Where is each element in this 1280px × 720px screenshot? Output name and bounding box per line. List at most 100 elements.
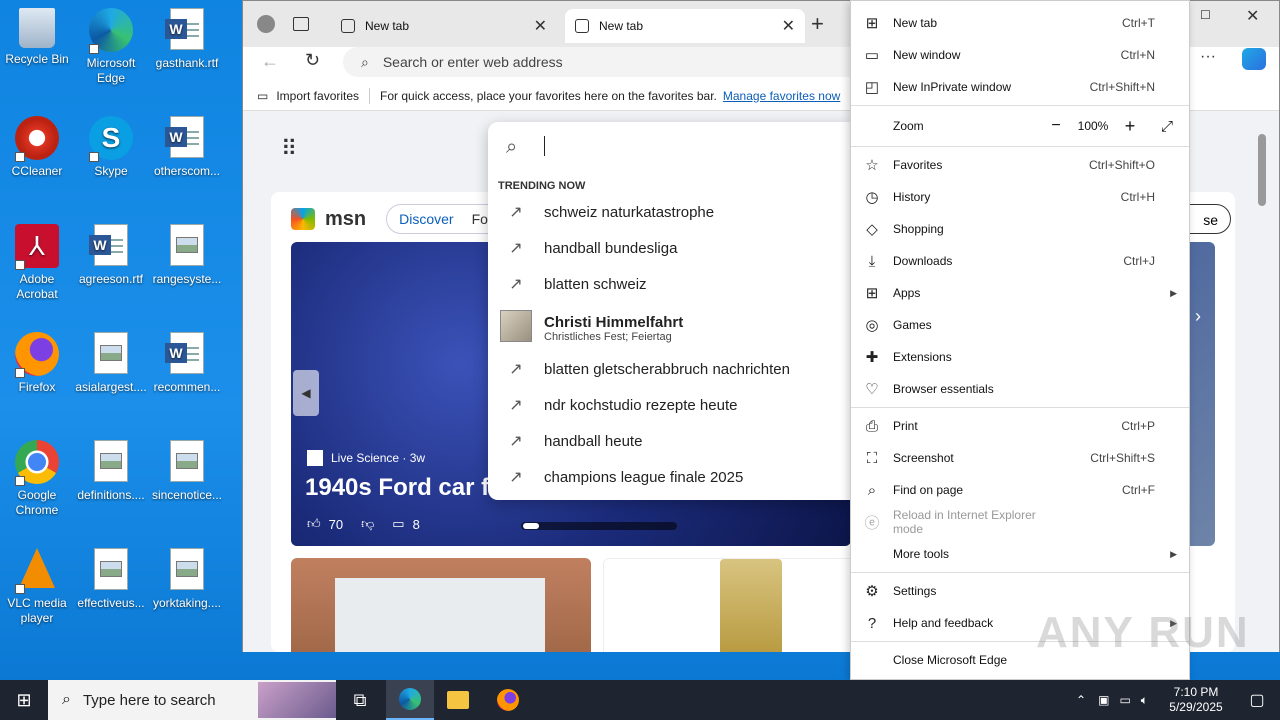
desktop-icon-asialargest[interactable]: asialargest.... bbox=[74, 332, 148, 395]
menu-label: Settings bbox=[893, 584, 937, 598]
image-file-icon bbox=[165, 440, 209, 484]
tray-device-icon[interactable]: ▣ bbox=[1098, 693, 1109, 707]
menu-screenshot[interactable]: ⛶ Screenshot Ctrl+Shift+S bbox=[851, 442, 1189, 474]
desktop-icon-skype[interactable]: S Skype bbox=[74, 116, 148, 179]
menu-label: Zoom bbox=[893, 119, 924, 133]
desktop-icon-rangesyste[interactable]: rangesyste... bbox=[150, 224, 224, 287]
desktop-icon-label: VLC media player bbox=[7, 596, 67, 625]
start-button[interactable]: ⊞ bbox=[0, 680, 48, 720]
taskbar-search-placeholder: Type here to search bbox=[82, 691, 216, 709]
menu-new-window[interactable]: ▭ New window Ctrl+N bbox=[851, 39, 1189, 71]
menu-label: Reload in Internet Explorer mode bbox=[893, 508, 1036, 536]
taskbar-firefox-icon[interactable] bbox=[484, 680, 532, 720]
import-favorites-link[interactable]: Import favorites bbox=[276, 89, 359, 103]
suggestion-item[interactable]: ↗ schweiz naturkatastrophe bbox=[488, 194, 850, 230]
image-file-icon bbox=[89, 548, 133, 592]
profile-icon[interactable] bbox=[257, 15, 275, 33]
file-explorer-icon[interactable] bbox=[434, 680, 482, 720]
anyrun-watermark: ANY RUN bbox=[1036, 608, 1250, 657]
desktop-icon-definitions[interactable]: definitions.... bbox=[74, 440, 148, 503]
suggestion-item[interactable]: ↗ champions league finale 2025 bbox=[488, 459, 850, 495]
desktop-icon-firefox[interactable]: Firefox bbox=[0, 332, 74, 395]
taskbar-edge-icon[interactable] bbox=[386, 680, 434, 720]
ie-mode-icon: ⓔ bbox=[864, 514, 880, 532]
close-tab-icon[interactable]: ✕ bbox=[782, 16, 795, 36]
suggestion-item[interactable]: ↗ handball heute bbox=[488, 423, 850, 459]
carousel-prev-icon[interactable]: ◀ bbox=[293, 370, 319, 416]
new-tab-plus-icon[interactable]: + bbox=[811, 11, 824, 37]
menu-apps[interactable]: ⊞ Apps ▶ bbox=[851, 277, 1189, 309]
comment-icon[interactable]: ▭ bbox=[392, 516, 404, 532]
desktop-icon-gasthank[interactable]: W gasthank.rtf bbox=[150, 8, 224, 71]
menu-print[interactable]: ⎙ Print Ctrl+P bbox=[851, 410, 1189, 442]
suggestion-item[interactable]: ↗ handball bundesliga bbox=[488, 230, 850, 266]
zoom-out-icon[interactable]: − bbox=[1041, 117, 1071, 135]
close-tab-icon[interactable]: ✕ bbox=[534, 16, 547, 36]
menu-history[interactable]: ◷ History Ctrl+H bbox=[851, 181, 1189, 213]
address-placeholder: Search or enter web address bbox=[382, 54, 563, 70]
live-science-icon bbox=[307, 450, 323, 466]
volume-icon[interactable]: 🔈︎ bbox=[1141, 693, 1148, 708]
desktop-icon-yorktaking[interactable]: yorktaking.... bbox=[150, 548, 224, 611]
tray-chevron-icon[interactable]: ⌃ bbox=[1076, 693, 1086, 707]
scrollbar-thumb[interactable] bbox=[1258, 134, 1266, 206]
manage-favorites-link[interactable]: Manage favorites now bbox=[723, 89, 840, 103]
desktop-icon-agreeson[interactable]: W agreeson.rtf bbox=[74, 224, 148, 287]
search-icon: ⌕ bbox=[361, 53, 369, 70]
back-icon[interactable]: ← bbox=[261, 51, 279, 72]
news-card-ac-unit[interactable] bbox=[291, 558, 591, 652]
tab-new-tab-1[interactable]: New tab ✕ bbox=[331, 9, 557, 43]
hero-title[interactable]: 1940s Ford car fo bbox=[305, 474, 504, 502]
tab-actions-icon[interactable] bbox=[293, 17, 309, 31]
msn-brand: msn bbox=[325, 207, 367, 230]
zoom-in-icon[interactable]: + bbox=[1115, 116, 1145, 137]
refresh-icon[interactable]: ↻ bbox=[305, 50, 320, 71]
apps-launcher-icon[interactable]: ⠿ bbox=[281, 136, 298, 162]
clock[interactable]: 7:10 PM 5/29/2025 bbox=[1158, 685, 1234, 715]
fullscreen-icon[interactable]: ⤢ bbox=[1145, 118, 1189, 135]
menu-browser-essentials[interactable]: ♡ Browser essentials bbox=[851, 373, 1189, 405]
menu-games[interactable]: ◎ Games bbox=[851, 309, 1189, 341]
suggestion-item[interactable]: ↗ blatten schweiz bbox=[488, 266, 850, 302]
suggestion-item[interactable]: ↗ blatten gletscherabbruch nachrichten bbox=[488, 351, 850, 387]
nav-discover[interactable]: Discover bbox=[399, 211, 453, 227]
menu-shopping[interactable]: ◇ Shopping bbox=[851, 213, 1189, 245]
tab-new-tab-2[interactable]: New tab ✕ bbox=[565, 9, 805, 43]
desktop-icon-adobe-acrobat[interactable]: ⅄ Adobe Acrobat bbox=[0, 224, 74, 302]
menu-settings[interactable]: ⚙ Settings bbox=[851, 575, 1189, 607]
window-close-icon[interactable]: ✕ bbox=[1246, 6, 1259, 26]
search-input[interactable] bbox=[544, 136, 545, 156]
desktop-icon-recommen[interactable]: W recommen... bbox=[150, 332, 224, 395]
like-icon[interactable]: 👍︎ bbox=[307, 516, 321, 532]
address-bar[interactable]: ⌕ Search or enter web address bbox=[343, 47, 903, 77]
menu-more-tools[interactable]: More tools ▶ bbox=[851, 538, 1189, 570]
new-tab-icon: ⊞ bbox=[865, 15, 879, 32]
menu-new-inprivate[interactable]: ◰ New InPrivate window Ctrl+Shift+N bbox=[851, 71, 1189, 103]
suggestion-item-entity[interactable]: Christi Himmelfahrt Christliches Fest; F… bbox=[488, 306, 850, 350]
menu-find-on-page[interactable]: ⌕ Find on page Ctrl+F bbox=[851, 474, 1189, 506]
desktop-icon-recycle-bin[interactable]: Recycle Bin bbox=[0, 8, 74, 67]
taskbar-search[interactable]: ⌕ Type here to search bbox=[48, 680, 336, 720]
trending-heading: TRENDING NOW bbox=[498, 180, 586, 192]
copilot-icon[interactable] bbox=[1242, 48, 1266, 70]
notification-icon[interactable]: ▢ bbox=[1234, 690, 1280, 710]
network-icon[interactable]: ▭ bbox=[1119, 693, 1130, 707]
more-options-icon[interactable]: ··· bbox=[1200, 48, 1216, 66]
menu-favorites[interactable]: ☆ Favorites Ctrl+Shift+O bbox=[851, 149, 1189, 181]
import-favorites-icon: ▭ bbox=[257, 88, 269, 103]
menu-new-tab[interactable]: ⊞ New tab Ctrl+T bbox=[851, 7, 1189, 39]
desktop-icon-vlc[interactable]: VLC media player bbox=[0, 548, 74, 626]
desktop-icon-ccleaner[interactable]: CCleaner bbox=[0, 116, 74, 179]
menu-downloads[interactable]: ⤓ Downloads Ctrl+J bbox=[851, 245, 1189, 277]
desktop-icon-otherscom[interactable]: W otherscom... bbox=[150, 116, 224, 179]
dislike-icon[interactable]: 👎︎ bbox=[361, 516, 374, 532]
desktop-icon-microsoft-edge[interactable]: Microsoft Edge bbox=[74, 8, 148, 86]
desktop-icon-google-chrome[interactable]: Google Chrome bbox=[0, 440, 74, 518]
desktop-icon-effectiveus[interactable]: effectiveus... bbox=[74, 548, 148, 611]
news-card-perfume[interactable] bbox=[603, 558, 863, 652]
suggestion-item[interactable]: ↗ ndr kochstudio rezepte heute bbox=[488, 387, 850, 423]
maximize-icon[interactable]: ☐ bbox=[1200, 8, 1211, 22]
desktop-icon-sincenotice[interactable]: sincenotice... bbox=[150, 440, 224, 503]
menu-extensions[interactable]: ✚ Extensions bbox=[851, 341, 1189, 373]
task-view-icon[interactable]: ⧉ bbox=[336, 680, 384, 720]
